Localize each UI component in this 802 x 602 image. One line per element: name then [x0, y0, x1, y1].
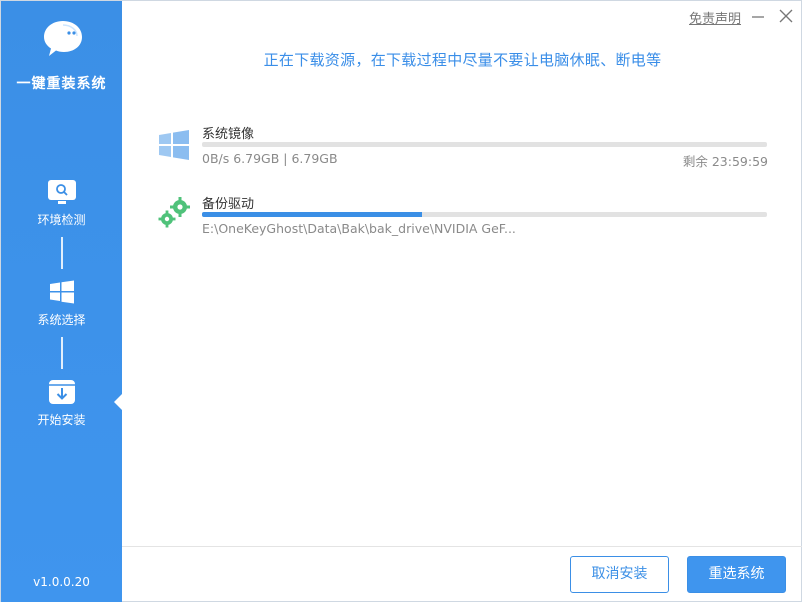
progress-fill — [202, 142, 767, 147]
progress-bar — [202, 142, 767, 147]
step-connector — [61, 237, 63, 269]
app-logo-icon — [44, 21, 82, 56]
reselect-system-button[interactable]: 重选系统 — [687, 556, 786, 593]
sidebar: 一键重装系统 环境检测 系统选择 开始安装 v1.0.0.20 — [1, 1, 122, 602]
task-path-text: E:\OneKeyGhost\Data\Bak\bak_drive\NVIDIA… — [202, 221, 516, 236]
footer-divider — [122, 546, 802, 547]
disclaimer-link[interactable]: 免责声明 — [689, 8, 741, 27]
windows-icon — [49, 280, 74, 304]
step-env-check: 环境检测 — [1, 179, 122, 228]
progress-fill — [202, 212, 423, 217]
progress-bar — [202, 212, 767, 217]
active-step-pointer — [114, 394, 122, 410]
step-system-select: 系统选择 — [1, 279, 122, 328]
status-headline: 正在下载资源，在下载过程中尽量不要让电脑休眠、断电等 — [263, 51, 662, 69]
download-task-system-image: 系统镜像 0B/s 6.79GB | 6.79GB 剩余 23:59:59 — [156, 123, 768, 169]
download-box-icon — [48, 380, 75, 404]
gears-icon — [158, 197, 190, 228]
download-task-backup-drivers: 备份驱动 E:\OneKeyGhost\Data\Bak\bak_drive\N… — [156, 193, 768, 239]
installer-window: 一键重装系统 环境检测 系统选择 开始安装 v1.0.0.20 免责声明 正在下… — [0, 0, 802, 602]
task-remaining-time: 剩余 23:59:59 — [682, 154, 768, 169]
step-label: 环境检测 — [37, 213, 86, 227]
step-label: 系统选择 — [37, 313, 86, 327]
minimize-icon[interactable] — [747, 5, 769, 27]
cancel-install-button[interactable]: 取消安装 — [570, 556, 669, 593]
step-connector — [61, 337, 63, 369]
step-label: 开始安装 — [37, 413, 86, 427]
task-size-text: 0B/s 6.79GB | 6.79GB — [202, 151, 338, 166]
task-name: 备份驱动 — [202, 197, 255, 212]
close-icon[interactable] — [775, 5, 797, 27]
task-name: 系统镜像 — [202, 127, 255, 142]
monitor-search-icon — [47, 180, 76, 204]
step-start-install: 开始安装 — [1, 379, 122, 428]
app-title: 一键重装系统 — [16, 76, 107, 92]
windows-icon — [159, 130, 189, 160]
version-label: v1.0.0.20 — [33, 575, 90, 589]
